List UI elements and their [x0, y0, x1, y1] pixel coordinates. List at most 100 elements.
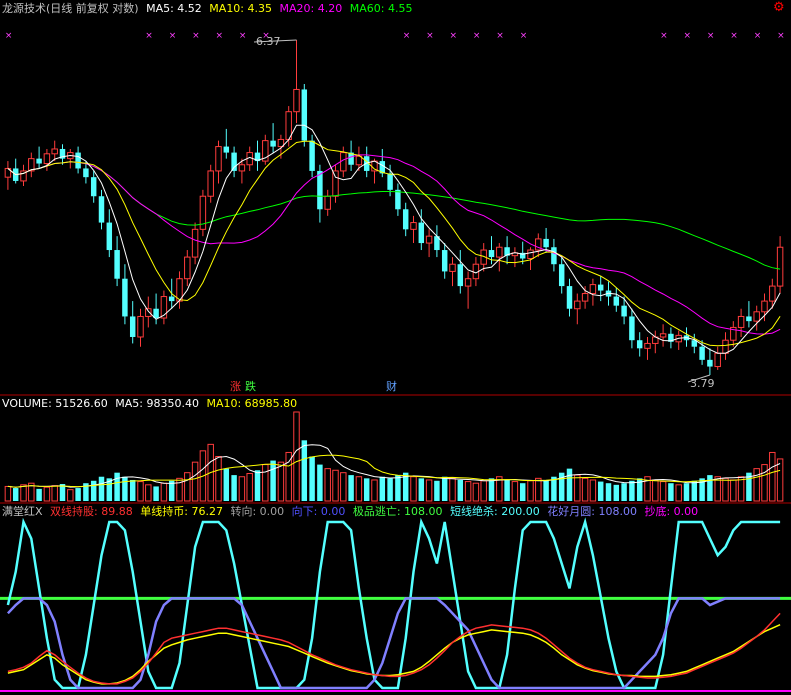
volume-bar: [753, 468, 760, 502]
candle-body: [776, 246, 784, 287]
volume-bar: [395, 475, 401, 501]
volume-bar: [543, 479, 549, 501]
candle-body: [106, 222, 113, 251]
volume-bar: [574, 474, 581, 502]
signal-marker: ×: [145, 31, 153, 41]
volume-bar: [145, 484, 152, 502]
signal-marker: ×: [450, 31, 458, 41]
price-panel-title: 龙源技术(日线 前复权 对数): [2, 2, 139, 15]
candle-body: [464, 278, 472, 287]
candle-body: [231, 152, 237, 171]
signal-marker: ×: [660, 31, 668, 41]
signal-marker: ×: [239, 31, 247, 41]
indicator-title: 满堂红X: [2, 505, 43, 518]
candle-body: [714, 352, 721, 368]
candle-body: [332, 170, 339, 197]
volume-bar: [410, 476, 417, 502]
volume-bar: [589, 479, 597, 502]
signal-marker: ×: [403, 31, 411, 41]
candle-body: [551, 247, 557, 265]
candle-body: [207, 170, 214, 197]
candle-body: [753, 311, 760, 322]
volume-bar: [581, 477, 589, 502]
volume-bar: [441, 476, 448, 501]
volume-bar: [621, 483, 627, 501]
candle-body: [184, 256, 191, 280]
candle-body: [309, 140, 315, 171]
event-marker-fall[interactable]: 跌: [245, 380, 256, 393]
volume-bar: [527, 480, 534, 502]
candle-body: [621, 305, 627, 317]
volume-bar: [605, 483, 612, 501]
candle-body: [769, 285, 776, 302]
volume-bar: [254, 470, 261, 501]
volume-bar: [464, 481, 472, 502]
volume-bar: [4, 485, 12, 502]
signal-marker: ×: [169, 31, 177, 41]
volume-bar: [184, 472, 191, 502]
volume-bar: [36, 488, 42, 501]
candle-body: [761, 300, 768, 313]
volume-bar: [769, 451, 776, 502]
stock-chart: × × × × × × × × × × × × × × × × × × ×: [0, 31, 791, 692]
volume-bar: [309, 456, 315, 501]
volume-bar: [129, 479, 136, 501]
candle-body: [707, 359, 713, 367]
candle-body: [746, 316, 752, 322]
volume-bar: [659, 481, 667, 502]
ma5-label: MA5: 4.52: [146, 2, 202, 15]
event-marker-finance[interactable]: 财: [386, 380, 397, 393]
candle-body: [644, 342, 651, 349]
volume-bar: [340, 472, 347, 502]
candle-body: [324, 195, 331, 210]
volume-bar: [317, 464, 323, 501]
volume-bar: [613, 484, 620, 501]
volume-bar: [737, 476, 745, 502]
volume-bar: [776, 458, 784, 502]
gear-icon[interactable]: ⚙: [773, 1, 785, 14]
volume-label: VOLUME: 51526.60: [2, 397, 108, 410]
signal-marker: ×: [216, 31, 224, 41]
candle-body: [215, 146, 222, 172]
volume-bar: [191, 461, 199, 502]
candle-body: [543, 238, 549, 248]
candle-body: [659, 333, 667, 338]
volume-bar: [722, 477, 729, 502]
candle-body: [340, 152, 347, 172]
volume-bar: [215, 456, 222, 502]
volume-bar: [51, 485, 58, 502]
indicator-label-hold-cash: 单线持币: 76.27: [140, 505, 223, 518]
volume-bar: [67, 489, 74, 502]
volume-bar: [43, 486, 51, 502]
volume-bar: [457, 479, 464, 501]
signal-marker: ×: [473, 31, 481, 41]
volume-bar: [122, 476, 128, 501]
candle-body: [122, 278, 128, 317]
signal-marker: ×: [496, 31, 504, 41]
indicator-label-bottom: 抄底: 0.00: [644, 505, 699, 518]
candle-body: [418, 222, 425, 244]
volume-bar: [98, 476, 105, 501]
volume-bar: [504, 479, 510, 501]
candle-body: [410, 222, 417, 230]
candle-body: [425, 235, 433, 244]
candle-body: [441, 250, 448, 272]
volume-bar: [488, 478, 495, 501]
indicator-label-escape: 极品逃亡: 108.00: [352, 505, 443, 518]
volume-bar: [566, 468, 573, 501]
price-panel-header: 龙源技术(日线 前复权 对数) MA5: 4.52 MA10: 4.35 MA2…: [2, 2, 416, 15]
candle-body: [629, 316, 635, 341]
candle-body: [317, 170, 323, 210]
signal-marker: ×: [684, 31, 692, 41]
volume-bar: [418, 478, 425, 501]
candle-body: [722, 339, 729, 354]
ma5-line: [7, 124, 781, 354]
event-marker-rise[interactable]: 涨: [230, 380, 241, 393]
signal-marker: ×: [5, 31, 13, 41]
candle-body: [636, 340, 643, 349]
candle-body: [90, 177, 97, 197]
candle-body: [496, 246, 503, 258]
volume-bar: [597, 481, 604, 501]
candle-body: [168, 296, 175, 302]
signal-marker: ×: [707, 31, 715, 41]
